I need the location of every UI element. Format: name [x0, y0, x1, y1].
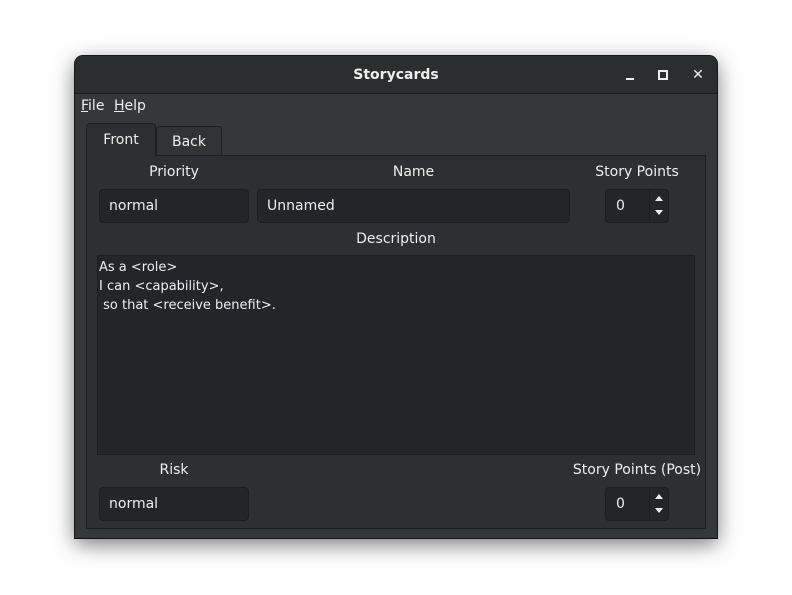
menu-file-mnemonic: F: [81, 98, 89, 114]
menu-file-label: ile: [88, 98, 105, 114]
tab-front[interactable]: Front: [86, 123, 156, 157]
arrow-down-icon[interactable]: [655, 210, 663, 215]
menu-bar: File Help: [75, 94, 717, 118]
close-icon: ✕: [692, 67, 704, 83]
description-textarea[interactable]: As a <role> I can <capability>, so that …: [97, 255, 695, 455]
close-button[interactable]: ✕: [688, 65, 708, 85]
story-points-post-spinbox[interactable]: 0: [605, 487, 669, 521]
story-points-label: Story Points: [595, 164, 679, 180]
title-bar[interactable]: Storycards ✕: [75, 56, 717, 94]
app-window: Storycards ✕ File Help Front Back Priori…: [75, 56, 717, 538]
story-points-post-stepper: [649, 488, 668, 520]
maximize-button[interactable]: [653, 65, 673, 85]
maximize-icon: [658, 70, 668, 80]
name-label: Name: [392, 164, 435, 180]
menu-help-mnemonic: H: [114, 98, 125, 114]
story-points-stepper: [649, 190, 668, 222]
menu-file[interactable]: File: [81, 97, 104, 115]
story-points-value: 0: [616, 198, 625, 214]
arrow-up-icon[interactable]: [655, 494, 663, 499]
menu-help-label: elp: [124, 98, 146, 114]
menu-help[interactable]: Help: [114, 97, 146, 115]
tab-back[interactable]: Back: [156, 126, 222, 157]
description-label: Description: [356, 231, 436, 247]
arrow-down-icon[interactable]: [655, 508, 663, 513]
arrow-up-icon[interactable]: [655, 196, 663, 201]
priority-field[interactable]: normal: [99, 189, 249, 223]
front-panel: Priority Name Story Points normal Unname…: [86, 155, 706, 529]
minimize-icon: [626, 78, 634, 80]
story-points-post-label: Story Points (Post): [572, 462, 702, 478]
risk-label: Risk: [159, 462, 189, 478]
name-field[interactable]: Unnamed: [257, 189, 570, 223]
story-points-spinbox[interactable]: 0: [605, 189, 669, 223]
priority-label: Priority: [149, 164, 199, 180]
minimize-button[interactable]: [620, 65, 640, 85]
risk-field[interactable]: normal: [99, 487, 249, 521]
story-points-post-value: 0: [616, 496, 625, 512]
